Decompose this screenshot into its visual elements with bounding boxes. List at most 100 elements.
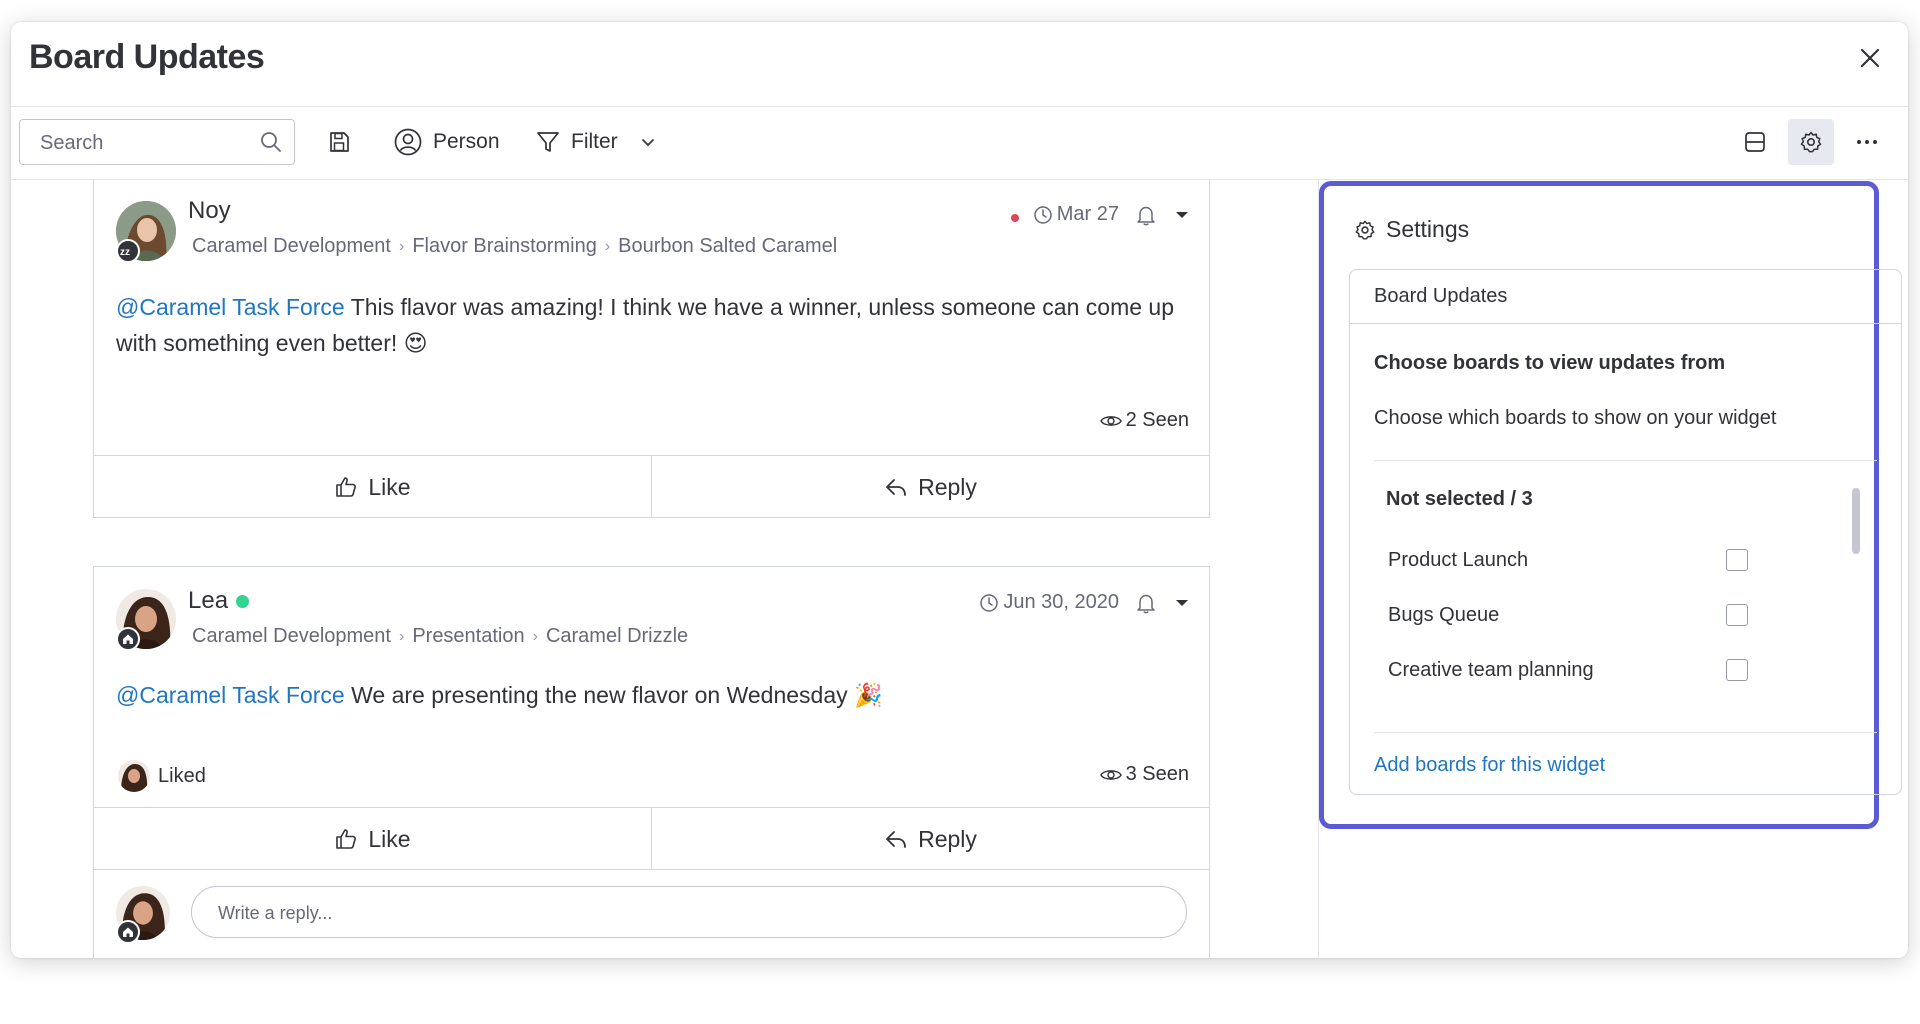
clock-icon [980, 593, 999, 612]
breadcrumb-item[interactable]: Bourbon Salted Caramel [618, 235, 837, 258]
like-button[interactable]: Like [94, 808, 651, 870]
chevron-right-icon: › [532, 627, 538, 645]
chevron-down-icon[interactable] [640, 134, 656, 150]
page-title: Board Updates [29, 38, 265, 76]
status-badge: zz [116, 239, 140, 263]
reply-button[interactable]: Reply [651, 808, 1209, 870]
author-name[interactable]: Lea [188, 587, 228, 615]
gear-icon [1800, 131, 1822, 153]
toolbar: Person Filter [11, 107, 1908, 180]
add-boards-link[interactable]: Add boards for this widget [1374, 754, 1605, 777]
caret-down-icon[interactable] [1175, 210, 1189, 220]
chevron-right-icon: › [398, 627, 405, 645]
breadcrumb-item[interactable]: Flavor Brainstorming [412, 235, 597, 258]
update-body: @Caramel Task Force We are presenting th… [116, 677, 1186, 713]
like-label: Like [368, 825, 411, 852]
board-checkbox[interactable] [1726, 549, 1748, 571]
liked-by[interactable]: Liked [118, 760, 206, 792]
breadcrumb: Caramel Development › Presentation › Car… [192, 625, 688, 648]
seen-count[interactable]: 2 Seen [1099, 409, 1189, 432]
filter-button[interactable]: Filter [535, 119, 656, 165]
board-checkbox[interactable] [1726, 659, 1748, 681]
author-name[interactable]: Noy [188, 197, 231, 225]
unread-dot [1010, 213, 1019, 222]
breadcrumb-item[interactable]: Caramel Development [192, 235, 391, 258]
divider [1374, 460, 1877, 461]
seen-label: 3 Seen [1125, 763, 1189, 785]
board-checkbox[interactable] [1726, 604, 1748, 626]
update-actions: Like Reply [94, 455, 1209, 518]
bell-icon[interactable] [1135, 204, 1157, 226]
board-updates-window: Board Updates Search Person Filter zz No… [11, 22, 1908, 958]
person-icon [394, 128, 422, 156]
settings-header: Settings [1354, 216, 1469, 243]
choose-boards-title: Choose boards to view updates from [1374, 352, 1726, 374]
status-badge [116, 627, 140, 651]
eye-icon [1099, 769, 1122, 780]
breadcrumb: Caramel Development › Flavor Brainstormi… [192, 235, 837, 258]
layout-toggle-button[interactable] [1732, 119, 1778, 165]
reply-box[interactable] [191, 886, 1187, 939]
board-option[interactable]: Creative team planning [1388, 652, 1748, 688]
breadcrumb-item[interactable]: Caramel Drizzle [546, 625, 688, 648]
updates-feed: zz Noy Caramel Development › Flavor Brai… [11, 180, 1318, 958]
update-text: We are presenting the new flavor on Wedn… [344, 682, 883, 708]
board-option-label: Creative team planning [1388, 658, 1594, 681]
close-button[interactable] [1852, 40, 1888, 76]
svg-text:zz: zz [120, 247, 130, 257]
filter-icon [537, 132, 559, 152]
update-card: Lea Caramel Development › Presentation ›… [93, 566, 1210, 958]
chevron-right-icon: › [398, 237, 405, 255]
search-icon[interactable] [260, 131, 282, 153]
clock-icon [1034, 205, 1052, 224]
reply-label: Reply [918, 473, 977, 500]
settings-title: Settings [1386, 216, 1470, 242]
person-filter-button[interactable]: Person [393, 119, 500, 165]
layout-icon [1745, 132, 1765, 152]
mention-link[interactable]: @Caramel Task Force [116, 294, 345, 320]
more-options-button[interactable] [1844, 119, 1890, 165]
settings-card-title[interactable]: Board Updates [1350, 270, 1901, 324]
board-option[interactable]: Bugs Queue [1388, 597, 1748, 633]
search-box[interactable] [19, 119, 295, 166]
sleep-icon: zz [120, 247, 130, 257]
search-input[interactable] [38, 120, 252, 166]
thumbs-up-icon [336, 477, 357, 497]
seen-label: 2 Seen [1125, 409, 1189, 431]
not-selected-heading: Not selected / 3 [1386, 488, 1533, 510]
online-indicator [236, 594, 250, 608]
breadcrumb-item[interactable]: Presentation [412, 625, 524, 648]
update-date: Mar 27 [1056, 203, 1119, 225]
save-icon [330, 132, 349, 152]
update-actions: Like Reply [94, 807, 1209, 870]
board-option-label: Product Launch [1388, 548, 1529, 571]
reply-button[interactable]: Reply [651, 456, 1209, 518]
save-filter-button[interactable] [327, 119, 351, 165]
more-icon [1857, 140, 1877, 144]
reply-composer [94, 869, 1209, 958]
update-meta: Mar 27 [1010, 203, 1189, 226]
update-date: Jun 30, 2020 [1003, 591, 1119, 613]
reply-icon [886, 831, 906, 848]
choose-boards-subtitle: Choose which boards to show on your widg… [1374, 407, 1777, 429]
breadcrumb-item[interactable]: Caramel Development [192, 625, 391, 648]
like-label: Like [368, 473, 411, 500]
update-body: @Caramel Task Force This flavor was amaz… [116, 289, 1186, 361]
like-button[interactable]: Like [94, 456, 651, 518]
mention-link[interactable]: @Caramel Task Force [116, 682, 345, 708]
home-icon [123, 927, 133, 937]
bell-icon[interactable] [1135, 592, 1157, 614]
close-icon [1860, 48, 1880, 68]
caret-down-icon[interactable] [1175, 598, 1189, 608]
chevron-right-icon: › [604, 237, 611, 255]
divider [1374, 732, 1877, 733]
reply-icon [886, 479, 906, 496]
title-bar: Board Updates [11, 22, 1908, 107]
reply-input[interactable] [216, 887, 1160, 939]
gear-icon [1355, 220, 1375, 240]
widget-settings-card: Board Updates Choose boards to view upda… [1349, 269, 1902, 795]
board-option[interactable]: Product Launch [1388, 542, 1748, 578]
settings-button[interactable] [1788, 119, 1834, 165]
scrollbar-thumb[interactable] [1852, 488, 1860, 554]
seen-count[interactable]: 3 Seen [1099, 763, 1189, 786]
